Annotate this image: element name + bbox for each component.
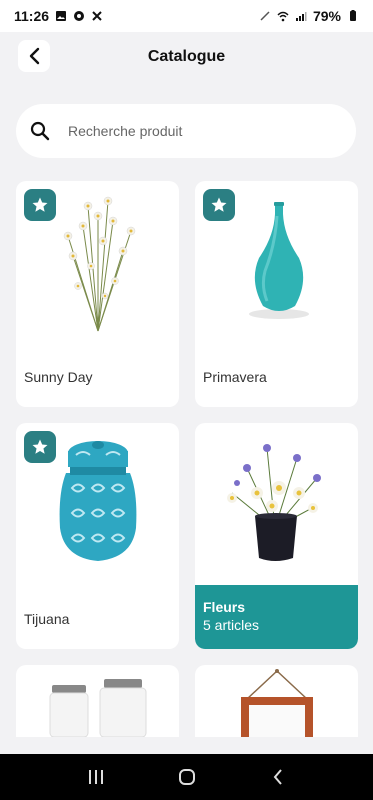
product-card-candles[interactable] [16,665,179,737]
product-card-frame[interactable] [195,665,358,737]
search-icon [30,121,50,141]
signal-icon [295,12,307,21]
chevron-left-icon [29,47,40,65]
back-button[interactable] [18,40,50,72]
product-card-sunny-day[interactable]: Sunny Day [16,181,179,407]
system-back-button[interactable] [263,762,293,792]
home-button[interactable] [172,762,202,792]
product-card-primavera[interactable]: Primavera [195,181,358,407]
app-header: Catalogue [0,32,373,82]
battery-icon [350,10,356,21]
product-image [241,669,313,737]
search-bar[interactable] [16,104,356,158]
chrome-notification-icon [74,11,85,21]
star-icon [211,197,227,212]
page-title: Catalogue [147,48,226,65]
product-image [49,679,147,737]
home-icon [178,769,195,785]
mute-icon [260,11,270,21]
product-card-tijuana[interactable]: Tijuana [16,423,179,649]
category-footer: Fleurs 5 articles [195,585,358,649]
status-bar: 11:26 79% [0,0,373,32]
wifi-icon [277,11,289,22]
category-image [195,423,358,583]
tools-notification-icon [92,11,102,21]
system-nav-bar [0,754,373,800]
search-input[interactable] [66,122,310,140]
recent-apps-icon [88,770,103,784]
category-count: 5 articles [203,617,260,633]
favorite-badge[interactable] [203,189,235,221]
category-name: Fleurs [203,599,246,615]
battery-level: 79% [312,8,341,24]
product-name: Tijuana [24,611,70,627]
product-name: Sunny Day [24,369,93,385]
favorite-badge[interactable] [24,431,56,463]
star-icon [32,439,48,454]
image-notification-icon [56,11,67,21]
back-icon [273,769,282,785]
recent-apps-button[interactable] [81,762,111,792]
star-icon [32,197,48,212]
product-grid: Sunny Day Primavera Tijuana Fleurs 5 art… [16,181,358,737]
product-name: Primavera [203,369,267,385]
favorite-badge[interactable] [24,189,56,221]
category-card-fleurs[interactable]: Fleurs 5 articles [195,423,358,649]
status-time: 11:26 [14,8,50,24]
